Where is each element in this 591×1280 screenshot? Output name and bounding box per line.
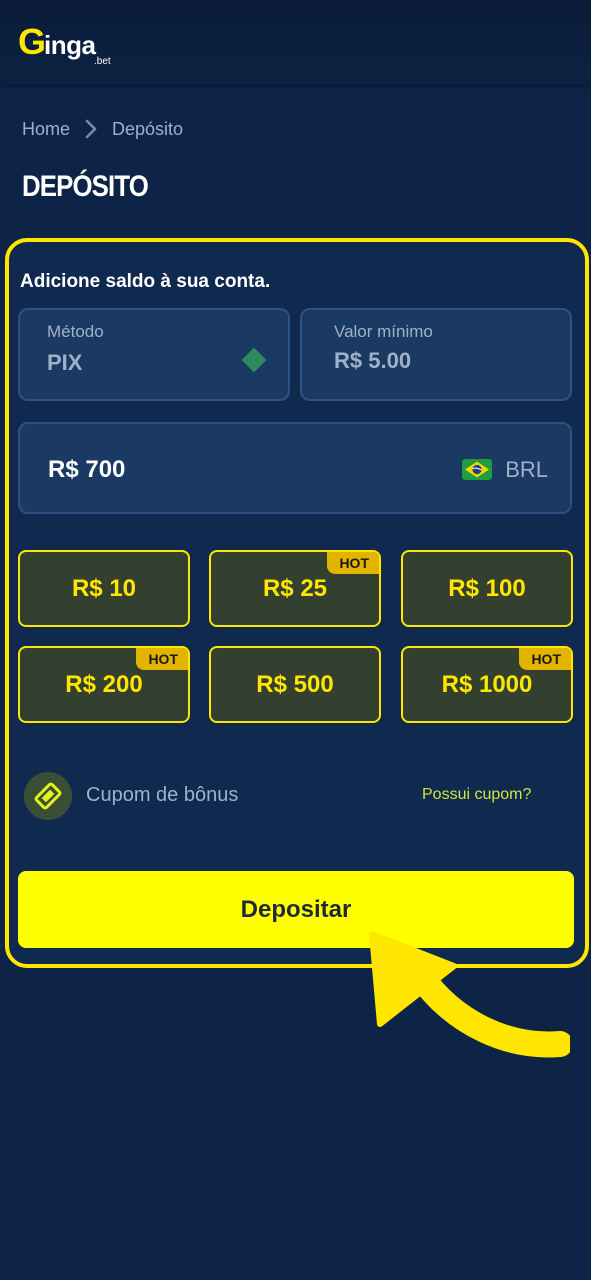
breadcrumb-current: Depósito <box>112 118 184 139</box>
amount-option-1000[interactable]: HOT R$ 1000 <box>401 646 573 723</box>
hot-badge: HOT <box>136 648 188 670</box>
minimum-label: Valor mínimo <box>334 322 433 341</box>
amount-option-10[interactable]: R$ 10 <box>18 550 190 627</box>
ginga-logo[interactable]: G inga .bet <box>18 21 128 67</box>
top-bar: G inga .bet <box>0 0 591 84</box>
amount-option-label: R$ 500 <box>256 670 334 698</box>
method-value: PIX <box>47 350 83 375</box>
amount-option-label: R$ 200 <box>65 670 143 698</box>
amount-option-500[interactable]: R$ 500 <box>209 646 381 723</box>
hot-badge: HOT <box>519 648 571 670</box>
logo-letter: G <box>18 21 47 62</box>
amount-option-label: R$ 25 <box>262 574 328 602</box>
chevron-right-icon <box>85 119 97 139</box>
amount-option-100[interactable]: R$ 100 <box>401 550 573 627</box>
minimum-value-field: Valor mínimo R$ 5.00 <box>300 308 572 401</box>
hot-badge: HOT <box>327 552 379 574</box>
currency-code: BRL <box>505 457 548 482</box>
ticket-icon <box>24 772 72 820</box>
amount-option-label: R$ 1000 <box>441 670 533 698</box>
amount-option-25[interactable]: HOT R$ 25 <box>209 550 381 627</box>
deposit-button-label: Depositar <box>240 895 352 923</box>
amount-value: R$ 700 <box>48 456 126 483</box>
page-title: DEPÓSITO <box>22 170 149 203</box>
amount-option-label: R$ 10 <box>71 574 137 602</box>
pix-icon <box>242 348 266 372</box>
card-title: Adicione saldo à sua conta. <box>20 271 271 292</box>
logo-text: inga <box>44 30 96 60</box>
breadcrumb: Home Depósito <box>22 116 183 142</box>
coupon-label: Cupom de bônus <box>86 784 239 806</box>
brazil-flag-icon <box>462 459 492 480</box>
have-coupon-link[interactable]: Possui cupom? <box>422 786 531 804</box>
minimum-value: R$ 5.00 <box>334 348 412 373</box>
method-field[interactable]: Método PIX <box>18 308 290 401</box>
amount-option-200[interactable]: HOT R$ 200 <box>18 646 190 723</box>
logo-subtext: .bet <box>94 56 111 67</box>
pointer-arrow-icon <box>369 931 570 1058</box>
amount-input[interactable]: R$ 700 BRL <box>18 422 572 514</box>
breadcrumb-home[interactable]: Home <box>22 119 70 140</box>
method-label: Método <box>47 322 104 341</box>
amount-option-label: R$ 100 <box>448 574 526 602</box>
